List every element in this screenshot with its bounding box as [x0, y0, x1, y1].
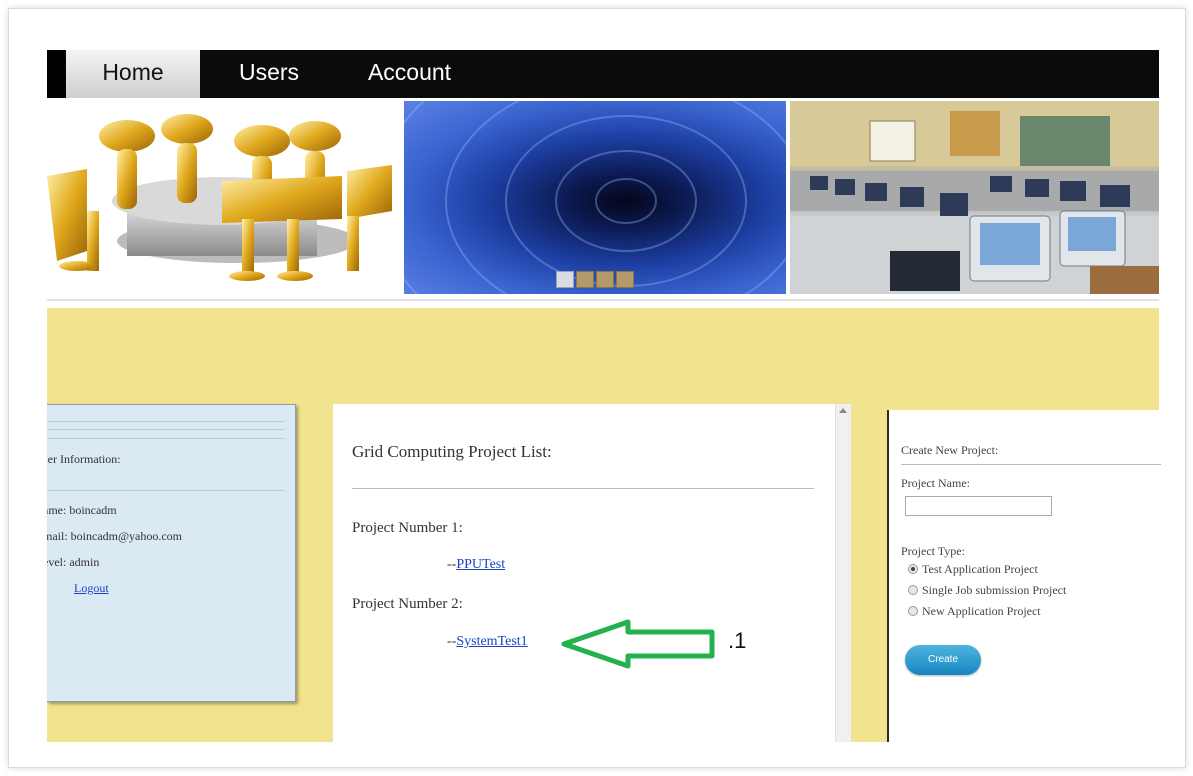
scroll-up-arrow-icon[interactable]	[839, 408, 847, 413]
radio-single-job[interactable]: Single Job submission Project	[908, 583, 1066, 598]
project-number-label: Project Number 1:	[352, 520, 463, 536]
divider	[47, 429, 285, 430]
create-project-title: Create New Project:	[901, 443, 999, 457]
radio-selected-icon[interactable]	[908, 564, 918, 574]
annotation-arrow-icon	[561, 619, 715, 669]
user-level: evel: admin	[47, 555, 100, 569]
top-nav: Home Users Account	[47, 50, 1159, 98]
create-button[interactable]: Create	[905, 645, 981, 675]
slider-dot-4[interactable]	[616, 271, 634, 288]
project-type-label: Project Type:	[901, 544, 965, 558]
tab-account[interactable]: Account	[347, 50, 472, 98]
project-name-label: Project Name:	[901, 476, 970, 490]
banner-image-team	[47, 101, 399, 294]
project-row: --PPUTest	[447, 557, 505, 573]
nav-edge	[47, 50, 65, 98]
radio-unselected-icon[interactable]	[908, 606, 918, 616]
radio-unselected-icon[interactable]	[908, 585, 918, 595]
project-prefix: --	[447, 634, 457, 649]
project-list-panel: Grid Computing Project List: Project Num…	[333, 404, 848, 742]
project-link-pputest[interactable]: PPUTest	[456, 557, 505, 572]
slider-dot-2[interactable]	[576, 271, 594, 288]
create-project-panel: Create New Project: Project Name: Projec…	[887, 410, 1161, 742]
user-name: ame: boincadm	[47, 503, 117, 517]
logout-link[interactable]: Logout	[74, 581, 109, 595]
user-email: mail: boincadm@yahoo.com	[47, 529, 183, 543]
slider-dots	[556, 271, 636, 293]
project-prefix: --	[447, 557, 457, 572]
project-row: --SystemTest1	[447, 634, 528, 650]
radio-label: New Application Project	[922, 604, 1041, 618]
banner-divider	[47, 299, 1159, 301]
project-list-scrollbar[interactable]	[835, 404, 851, 742]
tab-users[interactable]: Users	[219, 50, 319, 98]
annotation-label: .1	[728, 628, 747, 653]
banner-slideshow	[47, 98, 1159, 296]
radio-label: Test Application Project	[922, 562, 1038, 576]
tab-home[interactable]: Home	[66, 50, 200, 98]
radio-test-application[interactable]: Test Application Project	[908, 562, 1038, 577]
slider-dot-3[interactable]	[596, 271, 614, 288]
divider	[352, 488, 814, 489]
project-list-heading: Grid Computing Project List:	[352, 442, 552, 461]
project-name-input[interactable]	[905, 496, 1052, 516]
user-info-title: ser Information:	[47, 452, 121, 466]
divider	[901, 464, 1161, 465]
divider	[47, 438, 285, 439]
project-link-systemtest1[interactable]: SystemTest1	[456, 634, 527, 649]
slider-dot-1[interactable]	[556, 271, 574, 288]
radio-new-application[interactable]: New Application Project	[908, 604, 1041, 619]
divider	[47, 490, 285, 491]
banner-image-computer-lab	[790, 101, 1159, 294]
banner-image-binary-tunnel	[404, 101, 786, 294]
radio-label: Single Job submission Project	[922, 583, 1067, 597]
user-info-panel: ser Information: ame: boincadm mail: boi…	[47, 404, 296, 702]
project-number-label: Project Number 2:	[352, 596, 463, 612]
divider	[47, 421, 285, 422]
